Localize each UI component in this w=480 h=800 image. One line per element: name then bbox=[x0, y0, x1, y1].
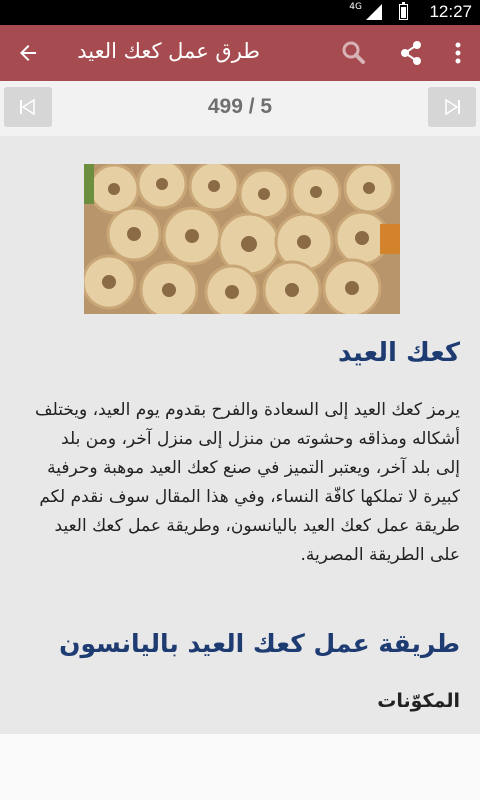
search-icon bbox=[342, 41, 365, 64]
page-counter: 499 / 5 bbox=[207, 95, 273, 118]
last-page-button[interactable] bbox=[428, 87, 476, 127]
back-arrow-icon bbox=[20, 45, 36, 61]
battery-icon bbox=[399, 2, 408, 20]
bottom-empty-area bbox=[0, 734, 480, 800]
article-paragraph: يرمز كعك العيد إلى السعادة والفرح بقدوم … bbox=[34, 400, 460, 565]
app-title: طرق عمل كعك العيد bbox=[77, 39, 260, 63]
more-vert-icon bbox=[455, 42, 461, 64]
article-heading: كعك العيد bbox=[337, 338, 460, 368]
signal-icon bbox=[366, 4, 382, 20]
back-button[interactable] bbox=[8, 33, 48, 73]
share-button[interactable] bbox=[392, 35, 432, 71]
overflow-menu-button[interactable] bbox=[440, 35, 476, 71]
status-time: 12:27 bbox=[429, 2, 472, 21]
cookies-photo bbox=[84, 164, 400, 314]
app-bar: طرق عمل كعك العيد bbox=[0, 25, 480, 81]
search-button[interactable] bbox=[334, 35, 374, 71]
section-title: طريقة عمل كعك العيد باليانسون bbox=[59, 629, 460, 658]
pager-bar: 499 / 5 bbox=[0, 81, 480, 136]
network-type: 4G bbox=[349, 2, 362, 12]
article-content: كعك العيد يرمز كعك العيد إلى السعادة وال… bbox=[0, 136, 480, 734]
ingredients-title: المكوّنات bbox=[377, 690, 460, 712]
share-icon bbox=[401, 41, 421, 65]
status-bar: 4G 12:27 bbox=[0, 0, 480, 25]
last-page-icon bbox=[445, 98, 460, 116]
